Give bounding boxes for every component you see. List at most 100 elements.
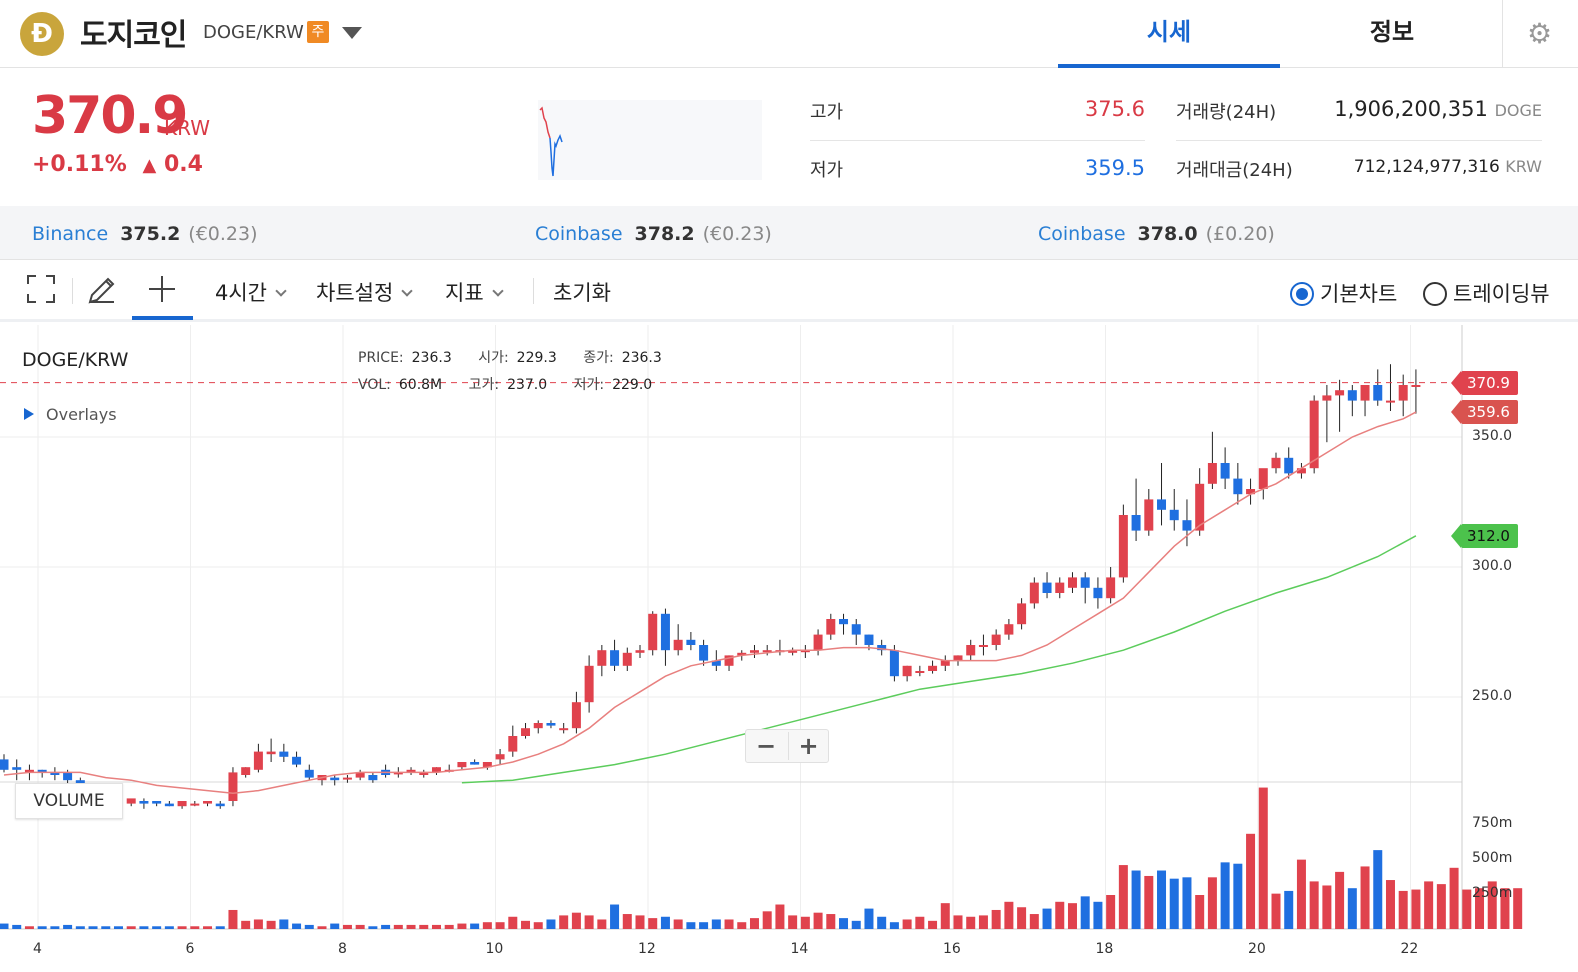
candle-body	[330, 777, 340, 781]
volume-bar	[1373, 850, 1383, 929]
price-chart[interactable]: DOGE/KRW PRICE: 236.3 시가: 229.3 종가: 236.3 V…	[0, 325, 1578, 972]
candle-body	[928, 665, 938, 671]
candle-body	[1144, 499, 1154, 531]
low-label: 저가	[810, 160, 844, 181]
volume-bar	[851, 920, 861, 929]
ma-long-price-tag: 312.0	[1451, 523, 1518, 548]
candle-body	[826, 619, 836, 635]
reset-button[interactable]: 초기화	[553, 277, 611, 307]
volume-bar	[826, 914, 836, 929]
price-change: +0.11% ▲ 0.4	[32, 152, 203, 177]
volume-bar	[813, 912, 823, 929]
volume-bar	[126, 926, 136, 929]
volume-bar	[546, 919, 556, 929]
overlays-toggle[interactable]: Overlays	[24, 405, 117, 424]
change-percent: +0.11%	[32, 152, 127, 177]
volume-bar	[864, 908, 874, 929]
candle-body	[1182, 520, 1192, 531]
coin-dropdown-caret-icon[interactable]	[342, 27, 362, 39]
volume-bar	[877, 916, 887, 929]
indicators-dropdown[interactable]: 지표	[445, 277, 504, 307]
pencil-icon[interactable]	[86, 274, 118, 314]
volume-bar	[101, 926, 111, 929]
volume-tick-label: 500m	[1472, 850, 1513, 866]
exchange-binance[interactable]: Binance 375.2 (€0.23)	[32, 223, 258, 245]
candle-body	[699, 645, 709, 661]
volume-bar	[368, 926, 378, 929]
volume-bar	[228, 909, 238, 929]
candle-body	[1271, 457, 1281, 469]
volume-bar	[419, 924, 429, 929]
candle-body	[279, 751, 289, 757]
settings-button[interactable]: ⚙	[1502, 0, 1578, 68]
exchange-price: 378.0	[1137, 223, 1198, 245]
caution-badge: 주	[307, 21, 329, 43]
volume-bar	[1169, 878, 1179, 929]
crosshair-icon[interactable]	[147, 274, 177, 312]
volume-bar	[355, 924, 365, 929]
sparkline-svg	[539, 106, 563, 177]
exchange-coinbase-eur[interactable]: Coinbase 378.2 (€0.23)	[535, 223, 772, 245]
volume-bar	[839, 918, 849, 929]
fullscreen-icon[interactable]	[26, 274, 56, 312]
candle-body	[559, 728, 569, 731]
candle-body	[0, 759, 9, 770]
active-tool-indicator	[132, 316, 193, 320]
candle-body	[139, 801, 149, 804]
exchange-coinbase-gbp[interactable]: Coinbase 378.0 (£0.20)	[1038, 223, 1275, 245]
open-label: 시가:	[478, 350, 509, 366]
high-value: 375.6	[1084, 97, 1145, 121]
tab-market-price[interactable]: 시세	[1058, 0, 1280, 68]
chart-grid	[0, 325, 1463, 930]
zoom-in-button[interactable]: +	[788, 732, 828, 760]
candlestick-chart-svg[interactable]	[0, 325, 1578, 972]
candle-body	[177, 801, 187, 807]
candle-body	[1284, 457, 1294, 474]
coin-name[interactable]: 도지코인	[80, 10, 187, 54]
indicators-label: 지표	[445, 281, 484, 305]
change-up-arrow-icon: ▲	[142, 155, 157, 176]
toolbar-divider	[72, 278, 73, 304]
volume-bar	[164, 926, 174, 929]
candle-body	[241, 767, 251, 775]
volume-bar	[50, 926, 60, 929]
candle-body	[495, 754, 505, 760]
last-price-tag: 370.9	[1451, 370, 1518, 395]
volume-tick-label: 750m	[1472, 815, 1513, 831]
volume-bar	[1449, 867, 1459, 929]
ohlc-row-1: PRICE: 236.3 시가: 229.3 종가: 236.3	[358, 347, 684, 367]
candle-body	[1029, 582, 1039, 604]
tab-info[interactable]: 정보	[1281, 0, 1503, 68]
volume-bar	[1411, 889, 1421, 929]
radio-tradingview[interactable]: 트레이딩뷰	[1423, 277, 1550, 308]
close-label: 종가:	[583, 350, 614, 366]
volume-bar	[1093, 901, 1103, 929]
volume-bar	[482, 922, 492, 929]
candle-body	[1385, 400, 1395, 403]
change-amount: 0.4	[163, 152, 203, 177]
candle-body	[571, 702, 581, 729]
volume-bar	[775, 904, 785, 929]
volume-bar	[304, 924, 314, 929]
candle-body	[1360, 385, 1370, 401]
turnover-24h-unit: KRW	[1505, 157, 1542, 176]
price-label: PRICE:	[358, 350, 404, 366]
radio-basic-chart[interactable]: 기본차트	[1290, 277, 1397, 308]
interval-dropdown[interactable]: 4시간	[215, 277, 287, 307]
volume-bar	[660, 916, 670, 929]
volume-bar	[113, 926, 123, 929]
volume-bar	[381, 924, 391, 929]
turnover-24h-label: 거래대금(24H)	[1176, 160, 1293, 181]
candle-body	[978, 645, 988, 647]
volume-bar	[1385, 880, 1395, 929]
candle-body	[470, 762, 480, 765]
zoom-out-button[interactable]: −	[746, 732, 786, 760]
volume-bar	[521, 920, 531, 929]
stat-divider	[1176, 140, 1542, 141]
low-value: 359.5	[1084, 156, 1145, 180]
volume-bar	[330, 923, 340, 929]
exchange-price: 378.2	[634, 223, 695, 245]
chart-settings-dropdown[interactable]: 차트설정	[316, 277, 413, 307]
candle-body	[1106, 577, 1116, 599]
coin-pair[interactable]: DOGE/KRW	[203, 22, 304, 43]
